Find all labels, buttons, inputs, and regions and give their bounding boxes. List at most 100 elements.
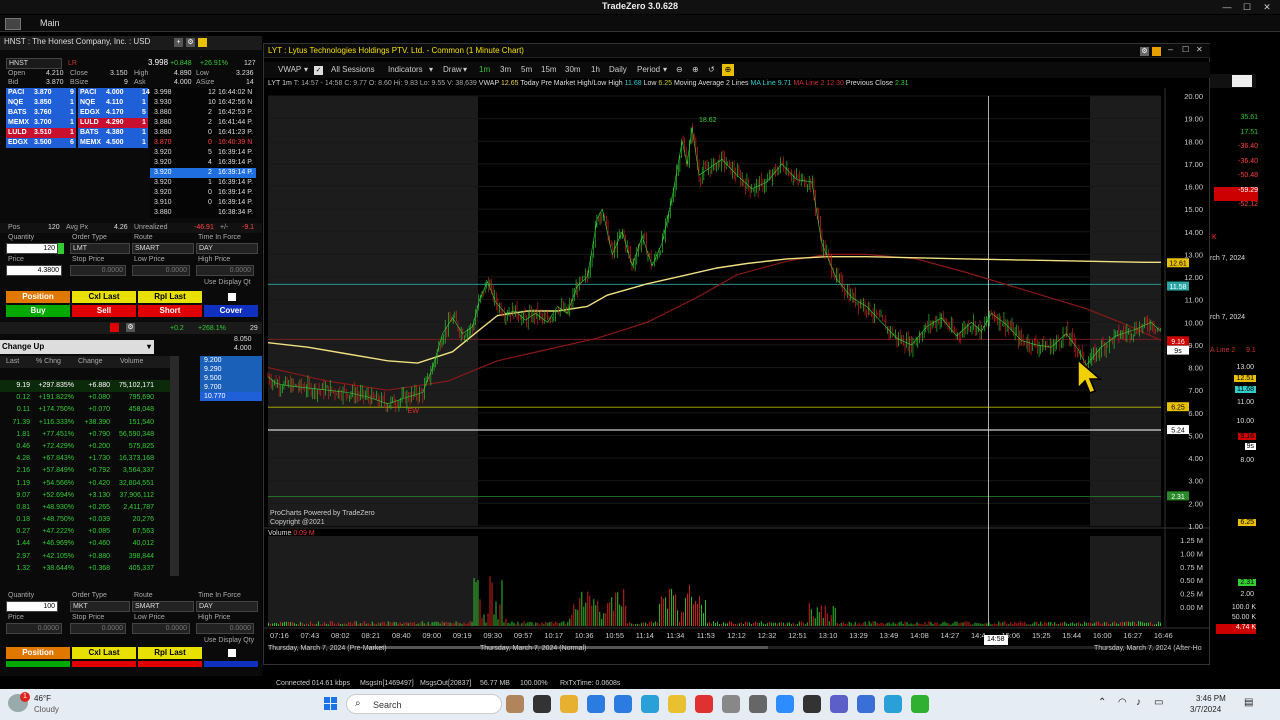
gear-icon-2[interactable]: ⚙ [126,323,135,332]
low-price-input-2[interactable]: 0.0000 [132,623,190,634]
order-type-select-2[interactable]: MKT [70,601,130,612]
chart-gear-icon[interactable]: ⚙ [1140,47,1149,56]
scanner-row[interactable]: 0.11 +174.750% +0.070 458,048 [0,404,170,416]
outlook-icon[interactable] [857,695,875,713]
close-icon[interactable] [110,323,119,332]
wifi-icon[interactable]: ◠ [1118,697,1127,708]
level2-row[interactable]: LULD 3.510 1 BATS 4.380 1 [6,128,148,138]
tf-1m[interactable]: 1m [479,64,490,76]
allsessions-checkbox[interactable]: ✓ [314,66,323,75]
scanner-row[interactable]: 2.97 +42.105% +0.880 398,844 [0,551,170,563]
start-icon[interactable] [324,697,338,711]
col-change[interactable]: Change [78,358,103,366]
zoom-icon[interactable] [776,695,794,713]
scanner-row[interactable]: 2.16 +57.849% +0.792 3,564,337 [0,465,170,477]
sell-button-2[interactable] [72,661,136,667]
clock-time[interactable]: 3:46 PM [1196,694,1226,703]
chart-link-icon[interactable] [1152,47,1161,56]
replace-last-button-2[interactable]: Rpl Last [138,647,202,659]
cover-button[interactable]: Cover [204,305,258,317]
chart-maximize-icon[interactable]: ☐ [1182,45,1189,54]
zoom-out-icon[interactable]: ⊖ [676,64,683,76]
tif-select-2[interactable]: DAY [196,601,258,612]
chart-close-icon[interactable]: ✕ [1196,45,1203,54]
level2-row[interactable]: BATS 3.760 1 EDGX 4.170 5 [6,108,148,118]
period-dropdown[interactable]: Period [637,64,660,76]
level2-row[interactable]: EDGX 3.500 6 MEMX 4.500 1 [6,138,148,148]
gear-icon[interactable]: ⚙ [186,38,195,47]
settings-icon[interactable] [749,695,767,713]
scanner-row[interactable]: 0.18 +48.750% +0.039 20,276 [0,514,170,526]
scanner-scrollbar[interactable] [170,356,179,576]
chrome-icon[interactable] [695,695,713,713]
high-price-input-2[interactable]: 0.0000 [196,623,254,634]
tf-5m[interactable]: 5m [521,64,532,76]
right-dropdown-chevron-icon[interactable] [1232,75,1252,87]
position-button[interactable]: Position [6,291,70,303]
quantity-input-2[interactable]: 100 [6,601,58,612]
level2-row[interactable]: PACI 3.870 9 PACI 4.000 14 [6,88,150,98]
tray-chevron-icon[interactable]: ⌃ [1098,697,1106,708]
low-price-input[interactable]: 0.0000 [132,265,190,276]
display-qty-checkbox-2[interactable] [228,649,236,657]
tradezero-icon[interactable] [911,695,929,713]
cover-button-2[interactable] [204,661,258,667]
price-chart[interactable]: 20.00 19.00 18.00 17.00 16.00 15.00 14.00 13.00… [264,88,1211,664]
vwap-chevron-icon[interactable]: ▾ [304,64,308,76]
scanner-row[interactable]: 1.44 +46.969% +0.460 40,012 [0,538,170,550]
gamebar-icon[interactable] [803,695,821,713]
symbol-input[interactable]: HNST [6,58,62,69]
draw-chevron-icon[interactable]: ▾ [463,64,467,76]
scanner-row[interactable]: 9.19 +297.835% +6.880 75,102,171 [0,380,170,393]
draw-dropdown[interactable]: Draw [443,64,462,76]
minimize-button[interactable]: — [1220,1,1234,13]
scanner-row[interactable]: 1.81 +77.451% +0.790 56,590,348 [0,429,170,441]
price-input-2[interactable]: 0.0000 [6,623,62,634]
scanner-row[interactable]: 0.27 +47.222% +0.085 67,563 [0,526,170,538]
buy-button-2[interactable] [6,661,70,667]
scanner-row[interactable]: 1.32 +38.644% +0.368 405,337 [0,563,170,575]
person-icon[interactable] [506,695,524,713]
close-button[interactable]: ✕ [1260,1,1274,13]
clock-date[interactable]: 3/7/2024 [1190,705,1221,714]
explorer-icon[interactable] [668,695,686,713]
edge-icon[interactable] [641,695,659,713]
battery-icon[interactable]: ▭ [1154,697,1163,708]
maximize-button[interactable]: ☐ [1240,1,1254,13]
route-select-2[interactable]: SMART [132,601,194,612]
short-button-2[interactable] [138,661,202,667]
taskview-icon[interactable] [533,695,551,713]
files-icon[interactable] [560,695,578,713]
scanner-row[interactable]: 0.81 +48.930% +0.265 2,411,787 [0,502,170,514]
quantity-stepper[interactable] [58,243,64,254]
position-button-2[interactable]: Position [6,647,70,659]
col-last[interactable]: Last [6,358,19,366]
level2-row[interactable]: MEMX 3.700 1 LULD 4.290 1 [6,118,148,128]
mail-icon[interactable] [614,695,632,713]
cancel-last-button-2[interactable]: Cxl Last [72,647,136,659]
level2-row[interactable]: NQE 3.850 1 NQE 4.110 1 [6,98,148,108]
crosshair-icon[interactable]: ⊕ [722,64,734,76]
notification-icon[interactable]: ▤ [1244,697,1253,708]
stop-price-input-2[interactable]: 0.0000 [70,623,126,634]
tif-select[interactable]: DAY [196,243,258,254]
tf-daily[interactable]: Daily [609,64,627,76]
buy-button[interactable]: Buy [6,305,70,317]
indicators-dropdown[interactable]: Indicators [388,64,423,76]
stop-price-input[interactable]: 0.0000 [70,265,126,276]
photo-icon[interactable] [722,695,740,713]
price-input[interactable]: 4.3800 [6,265,62,276]
tf-1h[interactable]: 1h [591,64,600,76]
chevron-down-icon[interactable]: ▾ [147,340,151,354]
col-volume[interactable]: Volume [120,358,143,366]
scanner-row[interactable]: 4.28 +67.843% +1.730 16,373,168 [0,453,170,465]
vwap-dropdown[interactable]: VWAP [278,64,301,76]
high-price-input[interactable]: 0.0000 [196,265,254,276]
indicators-chevron-icon[interactable]: ▾ [429,64,433,76]
route-select[interactable]: SMART [132,243,194,254]
menu-main[interactable]: Main [40,18,60,28]
cancel-last-button[interactable]: Cxl Last [72,291,136,303]
chart-minimize-icon[interactable]: – [1168,44,1173,54]
allsessions-label[interactable]: All Sessions [331,64,375,76]
order-type-select[interactable]: LMT [70,243,130,254]
